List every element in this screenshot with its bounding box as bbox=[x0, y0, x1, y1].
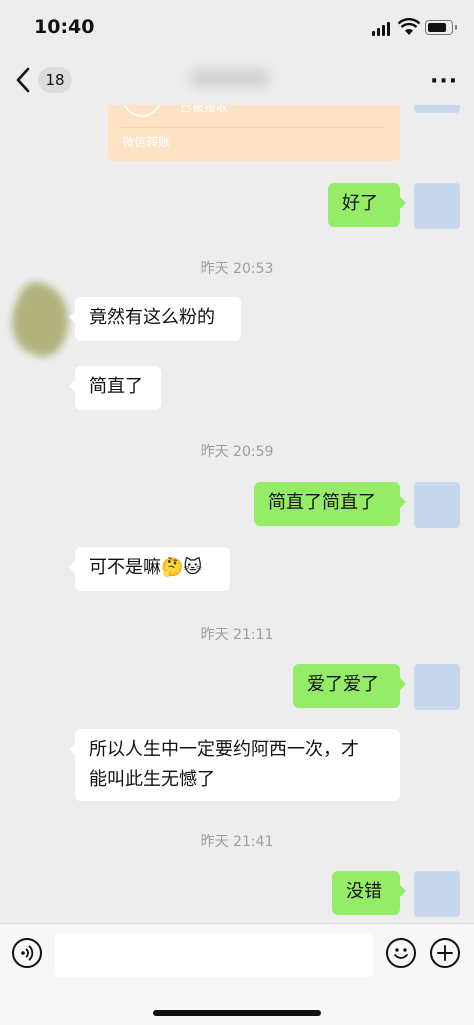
message-bubble[interactable]: 简直了 bbox=[69, 366, 161, 410]
emoji-icon[interactable] bbox=[386, 938, 416, 968]
message-bubble[interactable]: 可不是嘛🤔🐱 bbox=[69, 547, 230, 591]
status-bar: 10:40 bbox=[0, 0, 474, 55]
message-bubble[interactable]: 简直了简直了 bbox=[254, 482, 406, 526]
status-time: 10:40 bbox=[34, 16, 95, 38]
voice-icon[interactable] bbox=[12, 938, 42, 968]
message-bubble[interactable]: 所以人生中一定要约阿西一次，才 能叫此生无憾了 bbox=[69, 729, 400, 801]
message-bubble[interactable]: 好了 bbox=[328, 183, 406, 227]
signal-icon bbox=[372, 22, 392, 36]
transfer-status: 已被接收 bbox=[180, 105, 229, 114]
message-bubble[interactable]: 没错 bbox=[332, 871, 406, 915]
message-bubble[interactable]: 竟然有这么粉的 bbox=[69, 297, 241, 341]
transfer-divider bbox=[122, 127, 386, 128]
home-indicator bbox=[153, 1010, 321, 1016]
more-icon[interactable]: ··· bbox=[430, 69, 458, 94]
timestamp: 昨天 21:41 bbox=[200, 834, 274, 850]
avatar[interactable] bbox=[414, 183, 460, 229]
input-bar bbox=[0, 923, 474, 1025]
timestamp: 昨天 20:59 bbox=[200, 444, 274, 460]
message-input[interactable] bbox=[55, 933, 373, 977]
battery-fill bbox=[428, 23, 446, 32]
avatar[interactable] bbox=[414, 871, 460, 917]
timestamp: 昨天 21:11 bbox=[200, 627, 274, 643]
avatar[interactable] bbox=[414, 664, 460, 710]
transfer-card[interactable]: 已被接收 微信转账 bbox=[108, 105, 400, 161]
unread-count-badge[interactable]: 18 bbox=[38, 67, 72, 93]
timestamp: 昨天 20:53 bbox=[200, 261, 274, 277]
chat-area[interactable]: 已被接收 微信转账 好了 昨天 20:53 竟然有这么粉的 简直了 昨天 20:… bbox=[0, 105, 474, 923]
wifi-icon bbox=[398, 18, 420, 35]
chat-header: 18 ··· bbox=[0, 55, 474, 105]
check-circle-icon bbox=[122, 105, 162, 117]
transfer-footer: 微信转账 bbox=[122, 135, 171, 149]
avatar[interactable] bbox=[414, 105, 460, 113]
plus-icon[interactable] bbox=[430, 938, 460, 968]
back-icon[interactable] bbox=[12, 65, 38, 95]
message-bubble[interactable]: 爱了爱了 bbox=[293, 664, 406, 708]
battery-icon bbox=[425, 20, 457, 35]
chat-title-blurred bbox=[190, 69, 270, 87]
avatar[interactable] bbox=[414, 482, 460, 528]
